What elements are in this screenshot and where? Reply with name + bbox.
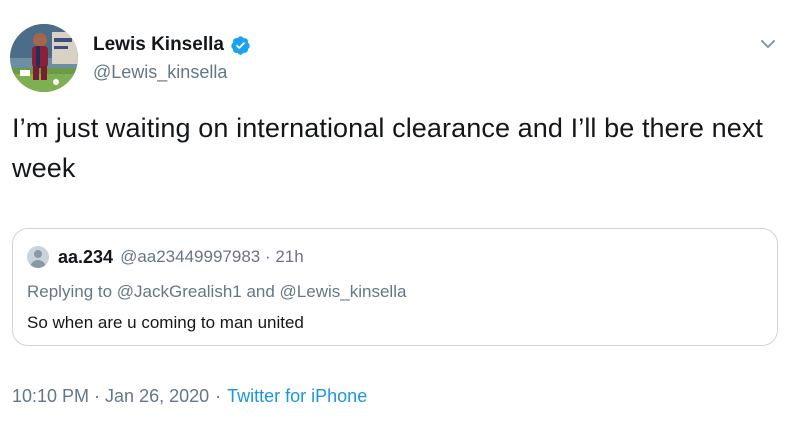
quoted-tweet-header: aa.234 @aa23449997983 · 21h: [27, 246, 304, 268]
verified-badge-icon: [230, 35, 251, 56]
tweet-text: I’m just waiting on international cleara…: [12, 113, 764, 183]
quoted-author-meta: @aa23449997983 · 21h: [120, 247, 304, 266]
quoted-tweet-text: So when are u coming to man united: [27, 313, 304, 332]
tweet-timestamp[interactable]: 10:10 PM · Jan 26, 2020: [12, 384, 209, 408]
author-display-name[interactable]: Lewis Kinsella: [93, 33, 224, 57]
author-avatar[interactable]: [10, 24, 78, 92]
default-avatar-icon[interactable]: [27, 246, 49, 268]
quoted-reply-context: Replying to @JackGrealish1 and @Lewis_ki…: [27, 282, 407, 301]
author-name-row[interactable]: Lewis Kinsella: [93, 32, 251, 58]
chevron-down-icon[interactable]: [757, 33, 779, 55]
author-handle[interactable]: @Lewis_kinsella: [93, 61, 227, 83]
quoted-author-name[interactable]: aa.234: [58, 247, 113, 268]
tweet-card: Lewis Kinsella @Lewis_kinsella I’m just …: [0, 0, 792, 425]
quoted-tweet[interactable]: aa.234 @aa23449997983 · 21h Replying to …: [12, 228, 778, 346]
tweet-source-link[interactable]: Twitter for iPhone: [227, 384, 367, 408]
tweet-footer: 10:10 PM · Jan 26, 2020 · Twitter for iP…: [12, 384, 367, 408]
footer-separator: ·: [215, 386, 222, 406]
